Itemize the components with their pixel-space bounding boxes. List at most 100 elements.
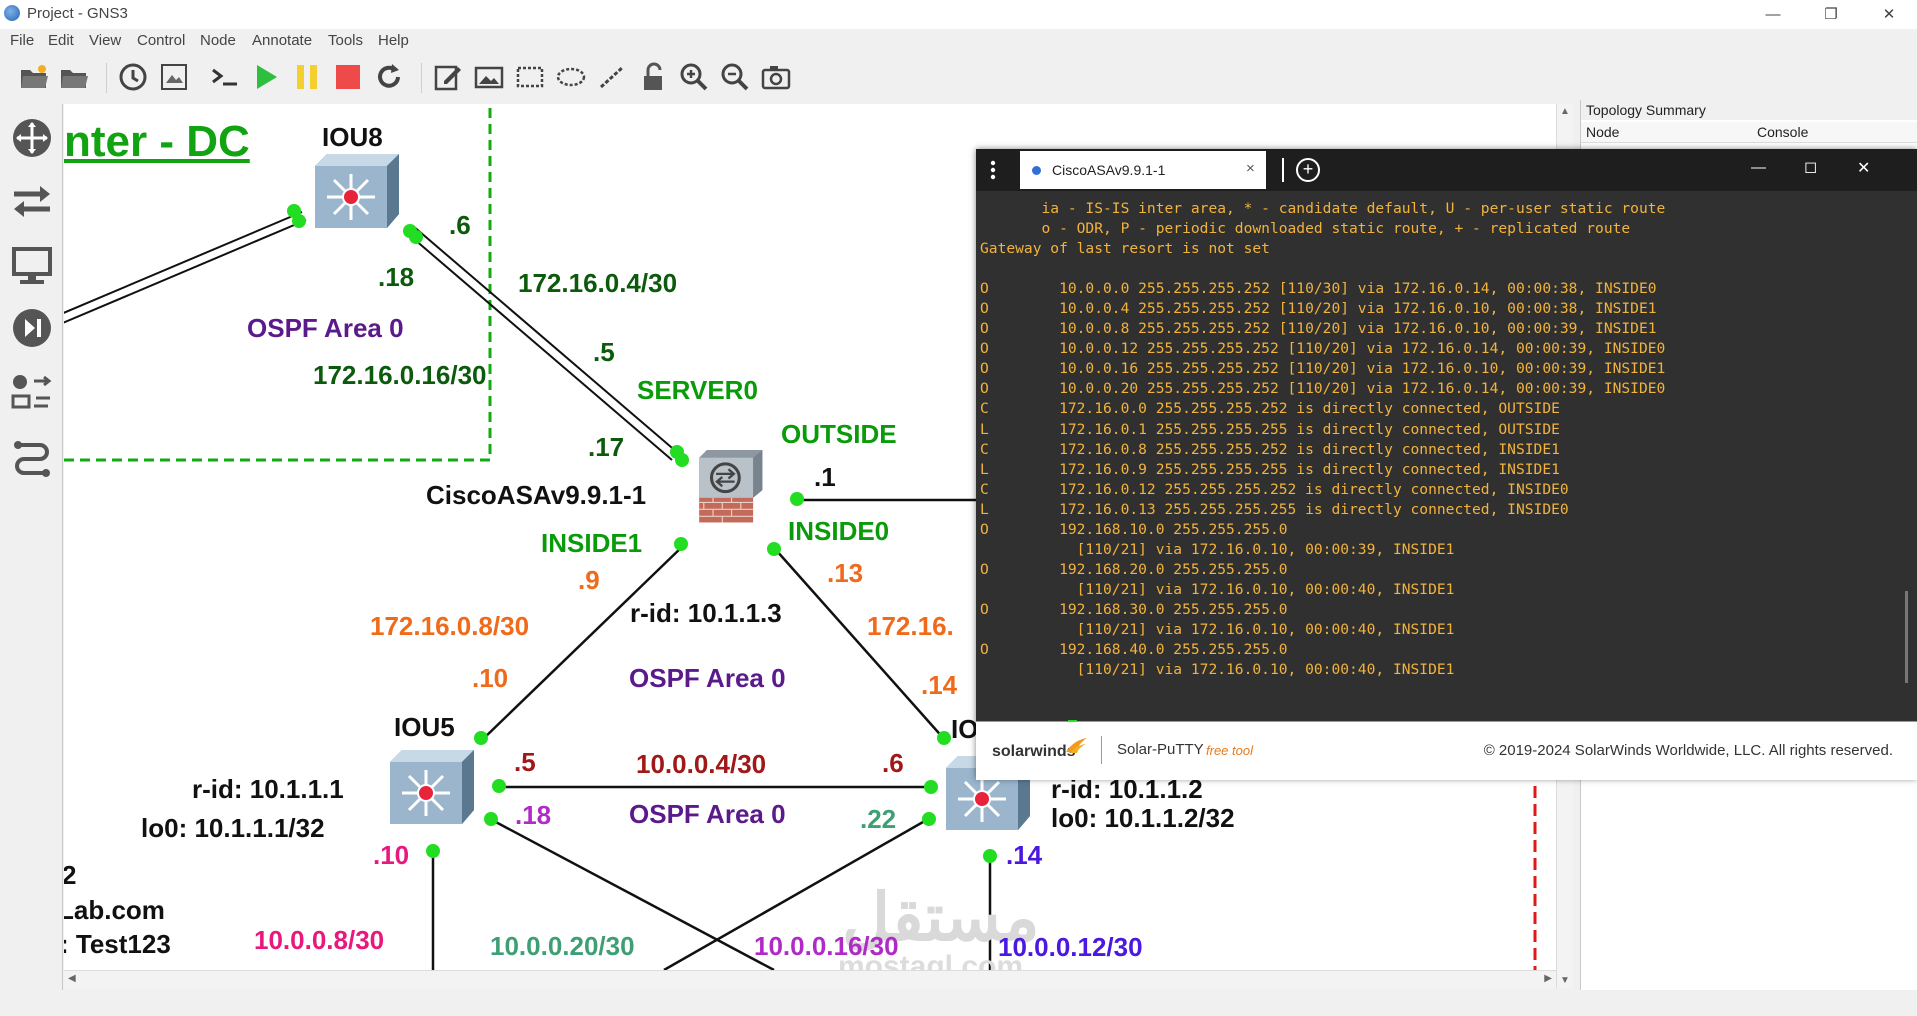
- console-icon[interactable]: [209, 61, 241, 93]
- terminal-close-button[interactable]: ✕: [1857, 158, 1870, 178]
- line-icon[interactable]: [596, 61, 628, 93]
- iou5-label: IOU5: [394, 712, 455, 742]
- menu-edit[interactable]: Edit: [48, 32, 74, 49]
- ip-label: .10: [373, 840, 410, 870]
- session-status-icon: [1032, 166, 1041, 175]
- lock-icon[interactable]: [637, 61, 669, 93]
- note-icon[interactable]: [432, 61, 464, 93]
- switches-icon[interactable]: [10, 179, 54, 223]
- rectangle-icon[interactable]: [514, 61, 546, 93]
- ip-label: .10: [472, 663, 509, 693]
- asa-label: CiscoASAv9.9.1-1: [426, 480, 647, 510]
- menu-control[interactable]: Control: [137, 32, 185, 49]
- menu-file[interactable]: File: [10, 32, 34, 49]
- pause-icon[interactable]: [291, 61, 323, 93]
- clock-icon[interactable]: [117, 61, 149, 93]
- folder-icon[interactable]: [58, 61, 90, 93]
- menu-bar: File Edit View Control Node Annotate Too…: [0, 29, 1917, 53]
- port-dot: [426, 844, 440, 858]
- terminal-tab-bar: CiscoASAv9.9.1-1 × + — ◻ ✕: [976, 149, 1917, 191]
- solarwinds-flare-icon: [1066, 738, 1087, 753]
- port-dot: [492, 779, 506, 793]
- terminal-maximize-button[interactable]: ◻: [1804, 157, 1817, 177]
- scroll-left-icon[interactable]: ◀: [68, 973, 76, 984]
- terminal-scroll-thumb[interactable]: [1905, 591, 1908, 683]
- domain-label: Lab.com: [64, 895, 165, 925]
- routers-icon[interactable]: [10, 116, 54, 160]
- window-title: Project - GNS3: [27, 5, 128, 22]
- interface-label: INSIDE0: [788, 516, 890, 546]
- add-link-icon[interactable]: [10, 437, 54, 481]
- iou8-label: IOU8: [322, 122, 383, 152]
- ip-label: .17: [588, 432, 625, 462]
- end-devices-icon[interactable]: [10, 244, 54, 288]
- terminal-minimize-button[interactable]: —: [1751, 159, 1766, 176]
- menu-tools[interactable]: Tools: [328, 32, 363, 49]
- router-id-label: r-id: 10.1.1.3: [630, 598, 782, 628]
- reload-icon[interactable]: [373, 61, 405, 93]
- open-folder-icon[interactable]: [18, 61, 50, 93]
- maximize-button[interactable]: ❐: [1802, 0, 1860, 29]
- minimize-button[interactable]: —: [1744, 0, 1802, 29]
- menu-annotate[interactable]: Annotate: [252, 32, 312, 49]
- cisco-asa-firewall[interactable]: [688, 450, 772, 524]
- security-devices-icon[interactable]: [10, 306, 54, 350]
- ip-label: .22: [860, 804, 897, 834]
- terminal-output[interactable]: ia - IS-IS inter area, * - candidate def…: [976, 191, 1896, 739]
- column-console[interactable]: Console: [1757, 124, 1808, 140]
- subnet-label: 172.16.0.16/30: [313, 360, 487, 390]
- column-node[interactable]: Node: [1586, 124, 1619, 140]
- port-dot: [409, 230, 423, 244]
- port-dot: [474, 731, 488, 745]
- loopback-label: lo0: 10.1.1.1/32: [141, 813, 325, 843]
- ip-label: .6: [449, 210, 471, 240]
- iou8-switch[interactable]: [315, 154, 399, 228]
- canvas-horizontal-scrollbar[interactable]: ◀ ▶: [64, 970, 1556, 989]
- scroll-down-icon[interactable]: ▼: [1560, 975, 1570, 986]
- toolbar-separator: [421, 63, 422, 93]
- ip-label: .14: [921, 670, 958, 700]
- ip-label: .18: [378, 262, 415, 292]
- zoom-out-icon[interactable]: [719, 61, 751, 93]
- router-id-label: r-id: 10.1.1.1: [192, 774, 344, 804]
- device-dock: [0, 104, 63, 990]
- ospf-area-label: OSPF Area 0: [247, 313, 404, 343]
- terminal-tab-title: CiscoASAv9.9.1-1: [1052, 162, 1166, 178]
- iou8-left-link: [64, 211, 307, 324]
- area-title: nter - DC: [64, 117, 250, 166]
- terminal-scrollbar[interactable]: [1896, 191, 1917, 721]
- gns3-app-icon: [4, 5, 20, 21]
- port-dot: [767, 542, 781, 556]
- loopback-label: lo0: 10.1.1.2/32: [1051, 803, 1235, 833]
- ellipse-icon[interactable]: [555, 61, 587, 93]
- kebab-menu-icon[interactable]: [990, 160, 996, 180]
- port-dot: [790, 492, 804, 506]
- menu-node[interactable]: Node: [200, 32, 236, 49]
- partial-label: 2: [64, 860, 77, 890]
- close-button[interactable]: ✕: [1860, 0, 1917, 29]
- subnet-label: 10.0.0.20/30: [490, 931, 635, 961]
- stop-icon[interactable]: [332, 61, 364, 93]
- status-bar: [0, 990, 1917, 1016]
- screenshot-icon[interactable]: [760, 61, 792, 93]
- new-tab-icon[interactable]: +: [1296, 158, 1320, 182]
- scroll-up-icon[interactable]: ▲: [1560, 106, 1570, 117]
- image-icon[interactable]: [473, 61, 505, 93]
- ospf-area-label: OSPF Area 0: [629, 799, 786, 829]
- port-dot: [922, 812, 936, 826]
- menu-help[interactable]: Help: [378, 32, 409, 49]
- footer-divider: [1101, 736, 1102, 764]
- terminal-tab[interactable]: CiscoASAv9.9.1-1 ×: [1020, 151, 1266, 189]
- ip-label: .13: [827, 558, 864, 588]
- zoom-in-icon[interactable]: [678, 61, 710, 93]
- scroll-right-icon[interactable]: ▶: [1544, 973, 1552, 984]
- start-icon[interactable]: [250, 61, 282, 93]
- tab-close-icon[interactable]: ×: [1246, 160, 1255, 177]
- snapshot-icon[interactable]: [158, 61, 190, 93]
- toolbar-separator: [106, 63, 107, 93]
- toolbar: [0, 53, 1917, 103]
- interface-label: OUTSIDE: [781, 419, 897, 449]
- all-devices-icon[interactable]: [10, 372, 54, 416]
- menu-view[interactable]: View: [89, 32, 121, 49]
- iou5-switch[interactable]: [390, 750, 474, 824]
